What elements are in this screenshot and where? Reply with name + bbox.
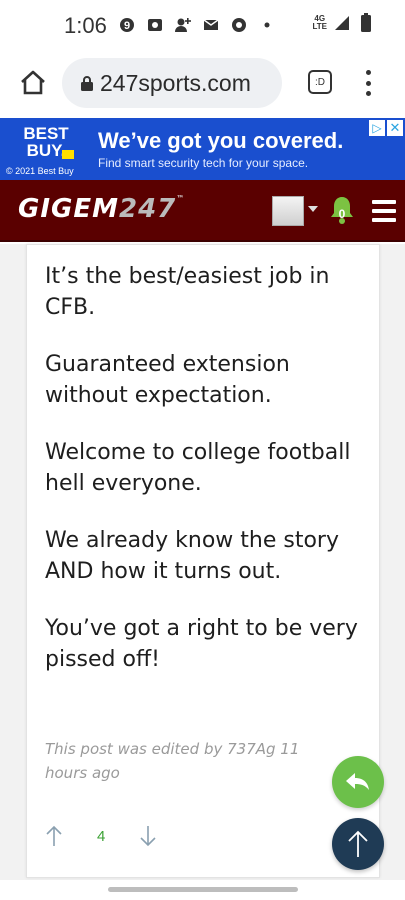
ad-copyright: © 2021 Best Buy — [6, 166, 74, 176]
address-bar[interactable]: 247sports.com — [62, 58, 282, 108]
hamburger-bar — [372, 209, 396, 213]
browser-toolbar: 247sports.com :D — [0, 52, 405, 114]
chrome-icon — [230, 16, 248, 34]
status-time: 1:06 — [64, 13, 107, 38]
site-header: GIGEM247™ 0 — [0, 180, 405, 242]
hamburger-bar — [372, 200, 396, 204]
url-text: 247sports.com — [100, 69, 251, 96]
notification-count: 0 — [338, 207, 346, 221]
scroll-to-top-button[interactable] — [332, 818, 384, 870]
mail-icon — [202, 16, 220, 34]
adchoices-icon[interactable]: ▷ — [369, 120, 385, 136]
app-notification-icon: 9 — [118, 16, 136, 34]
home-icon — [21, 70, 45, 95]
vote-count: 4 — [97, 827, 106, 845]
tab-count: :D — [315, 76, 325, 88]
post-paragraph: It’s the best/easiest job in CFB. — [45, 264, 330, 320]
best-buy-tag-icon — [62, 150, 74, 159]
arrow-up-icon — [348, 830, 368, 857]
ad-close-icon[interactable]: ✕ — [387, 120, 403, 136]
logo-number: 247 — [119, 194, 177, 224]
downvote-arrow-icon[interactable] — [139, 825, 157, 847]
add-person-icon — [174, 16, 192, 34]
home-button[interactable] — [18, 68, 48, 98]
svg-text:9: 9 — [124, 20, 130, 32]
upvote-arrow-icon[interactable] — [45, 825, 63, 847]
hamburger-bar — [372, 218, 396, 222]
status-bar: 1:06 9 4G LTE — [0, 0, 405, 52]
signal-icon — [333, 14, 351, 32]
more-notifications-dot-icon — [258, 16, 276, 34]
tab-switcher-button[interactable]: :D — [308, 70, 332, 94]
ad-logo-line1: BEST — [23, 124, 69, 143]
user-avatar[interactable] — [272, 196, 304, 226]
post-paragraph: We already know the story AND how it tur… — [45, 528, 339, 584]
status-notification-icons: 9 — [118, 16, 276, 34]
best-buy-logo: BEST BUY. — [12, 125, 80, 165]
post-paragraph: You’ve got a right to be very pissed off… — [45, 616, 358, 672]
reply-button[interactable] — [332, 756, 384, 808]
browser-menu-button[interactable] — [358, 68, 378, 98]
camera-notification-icon — [146, 16, 164, 34]
site-logo[interactable]: GIGEM247™ — [18, 194, 185, 224]
menu-dot — [365, 91, 371, 96]
logo-trademark: ™ — [176, 194, 186, 203]
menu-dot — [365, 80, 371, 86]
system-nav-bar — [0, 880, 405, 900]
post-body: It’s the best/easiest job in CFB. Guaran… — [45, 261, 365, 701]
status-system-icons: 4G LTE — [312, 13, 375, 32]
chevron-down-icon[interactable] — [308, 206, 318, 212]
gesture-handle[interactable] — [108, 887, 298, 892]
post-card: It’s the best/easiest job in CFB. Guaran… — [26, 244, 380, 878]
reply-icon — [346, 773, 369, 790]
ad-subline: Find smart security tech for your space. — [98, 156, 309, 170]
vote-controls: 4 — [45, 825, 157, 847]
menu-dot — [365, 70, 371, 75]
post-paragraph: Guaranteed extension without expectation… — [45, 352, 290, 408]
hamburger-menu-icon[interactable] — [372, 200, 396, 222]
battery-icon — [357, 13, 375, 32]
ad-headline: We’ve got you covered. — [98, 128, 344, 153]
lock-icon — [81, 76, 93, 91]
ad-banner[interactable]: BEST BUY. © 2021 Best Buy We’ve got you … — [0, 118, 405, 180]
post-paragraph: Welcome to college football hell everyon… — [45, 440, 351, 496]
edited-note: This post was edited by 737Ag 11 hours a… — [45, 740, 300, 782]
network-type: 4G LTE — [312, 14, 327, 31]
logo-text: GIGEM — [18, 194, 119, 224]
